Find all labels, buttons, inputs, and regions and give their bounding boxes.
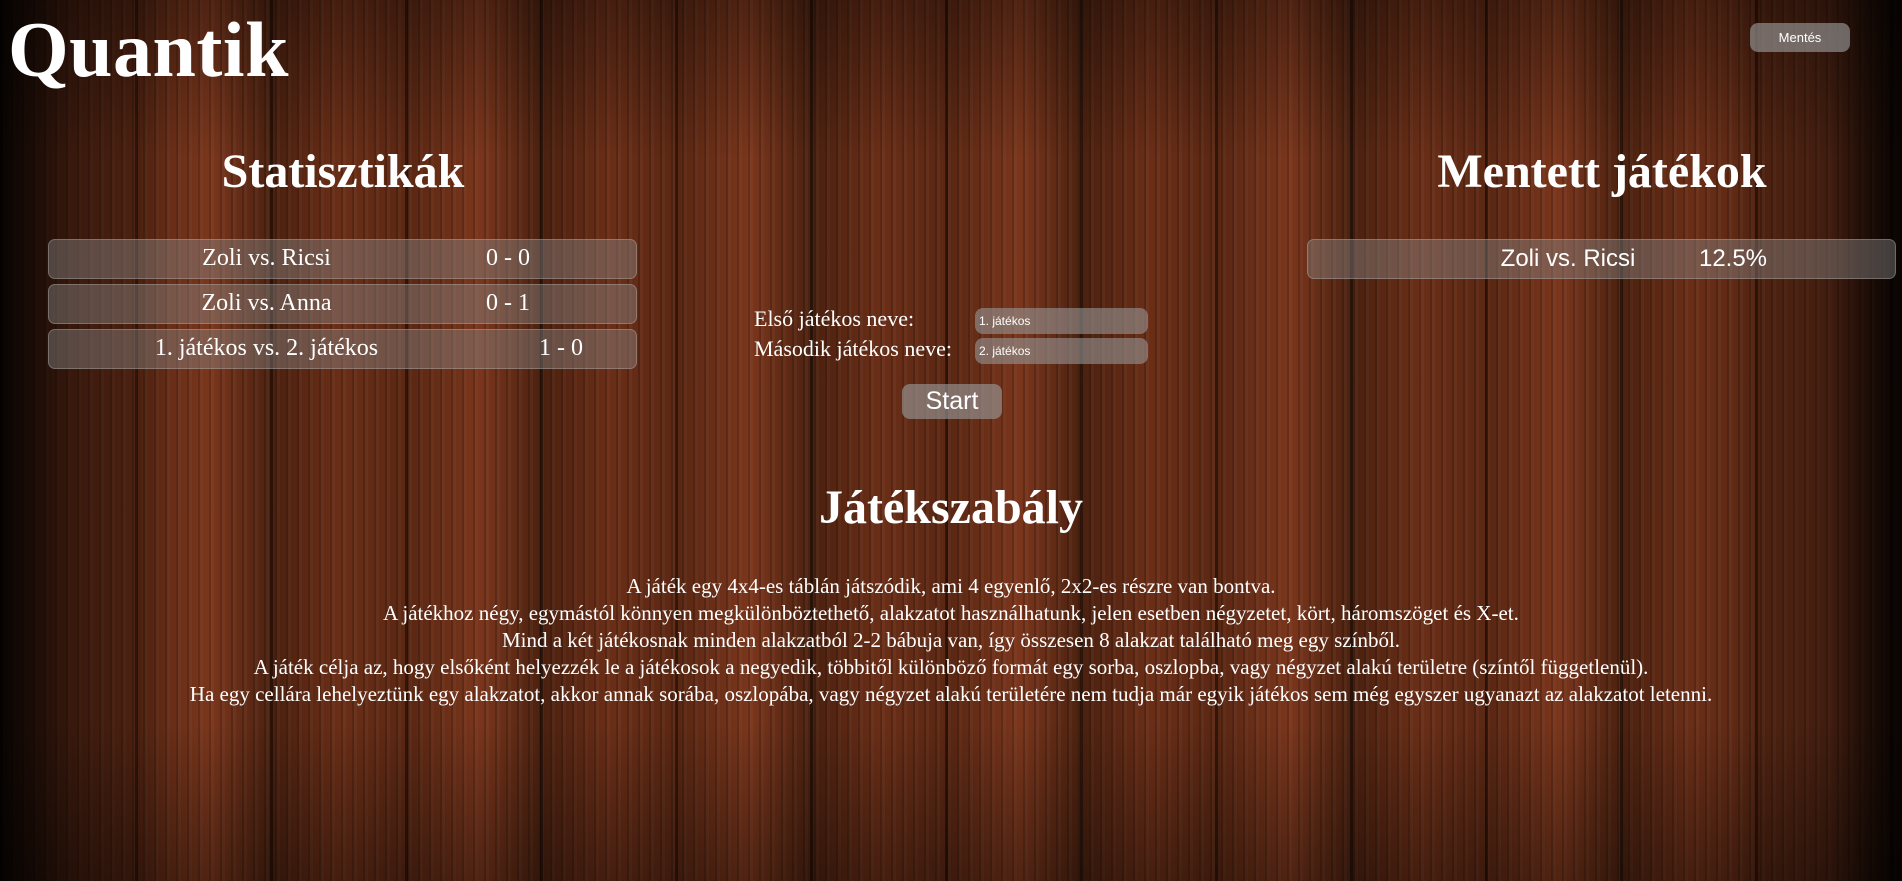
saved-games-list: Zoli vs. Ricsi 12.5% [1307, 239, 1896, 279]
rules-line: Mind a két játékosnak minden alakzatból … [501, 628, 1401, 652]
saved-games-heading: Mentett játékok [1437, 145, 1767, 198]
start-button[interactable]: Start [902, 384, 1002, 419]
statistics-row[interactable]: 1. játékos vs. 2. játékos 1 - 0 [48, 329, 637, 369]
statistics-list: Zoli vs. Ricsi 0 - 0 Zoli vs. Anna 0 - 1… [48, 239, 637, 374]
player1-name-input[interactable] [975, 308, 1148, 334]
saved-game-progress: 12.5% [1698, 245, 1768, 272]
player1-label: Első játékos neve: [754, 306, 915, 331]
statistics-row[interactable]: Zoli vs. Anna 0 - 1 [48, 284, 637, 324]
player2-name-input[interactable] [975, 338, 1148, 364]
statistics-players: Zoli vs. Anna [201, 290, 332, 316]
rules-line: A játék egy 4x4-es táblán játszódik, ami… [626, 574, 1276, 598]
save-button[interactable]: Mentés [1750, 23, 1850, 52]
rules-line: Ha egy cellára lehelyeztünk egy alakzato… [189, 682, 1713, 706]
player2-label: Második játékos neve: [754, 336, 952, 361]
rules-text: A játék egy 4x4-es táblán játszódik, ami… [0, 573, 1902, 708]
statistics-heading: Statisztikák [221, 145, 465, 198]
statistics-row[interactable]: Zoli vs. Ricsi 0 - 0 [48, 239, 637, 279]
rules-heading: Játékszabály [819, 481, 1083, 534]
statistics-score: 0 - 1 [486, 290, 530, 316]
statistics-players: Zoli vs. Ricsi [202, 245, 331, 271]
statistics-players: 1. játékos vs. 2. játékos [154, 335, 379, 361]
rules-line: A játékhoz négy, egymástól könnyen megkü… [383, 601, 1519, 625]
app-title: Quantik [8, 6, 289, 93]
rules-line: A játék célja az, hogy elsőként helyezzé… [253, 655, 1649, 679]
statistics-score: 0 - 0 [486, 245, 530, 271]
statistics-score: 1 - 0 [539, 335, 583, 361]
saved-game-row[interactable]: Zoli vs. Ricsi 12.5% [1307, 239, 1896, 279]
